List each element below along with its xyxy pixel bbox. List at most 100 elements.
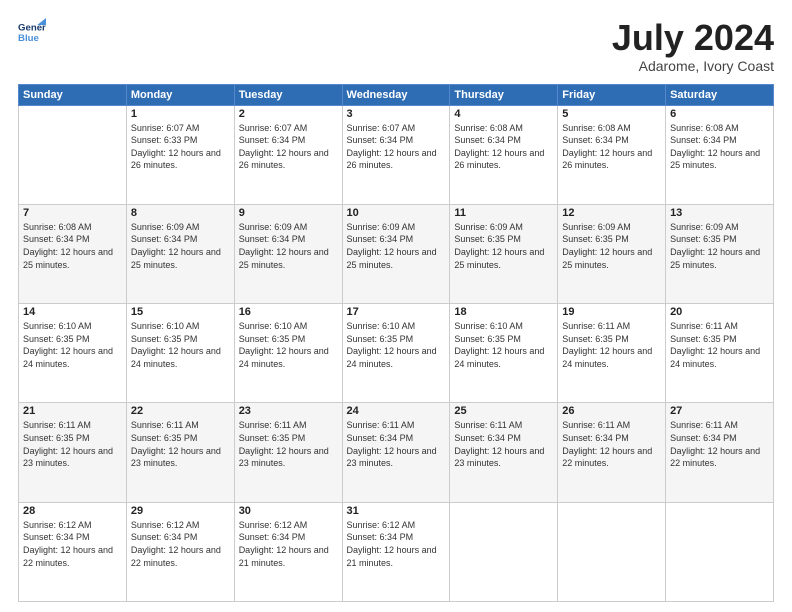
cell-info: Sunrise: 6:11 AMSunset: 6:34 PMDaylight:… [454, 419, 553, 469]
weekday-header-row: Sunday Monday Tuesday Wednesday Thursday… [19, 84, 774, 105]
cell-info: Sunrise: 6:10 AMSunset: 6:35 PMDaylight:… [131, 320, 230, 370]
day-number: 11 [454, 207, 553, 219]
cell-info: Sunrise: 6:08 AMSunset: 6:34 PMDaylight:… [670, 122, 769, 172]
header-thursday: Thursday [450, 84, 558, 105]
table-row: 29 Sunrise: 6:12 AMSunset: 6:34 PMDayligh… [126, 502, 234, 601]
cell-info: Sunrise: 6:11 AMSunset: 6:35 PMDaylight:… [23, 419, 122, 469]
day-number: 7 [23, 207, 122, 219]
cell-info: Sunrise: 6:09 AMSunset: 6:35 PMDaylight:… [562, 221, 661, 271]
day-number: 24 [347, 405, 446, 417]
table-row: 27 Sunrise: 6:11 AMSunset: 6:34 PMDayligh… [666, 403, 774, 502]
cell-info: Sunrise: 6:09 AMSunset: 6:34 PMDaylight:… [347, 221, 446, 271]
cell-info: Sunrise: 6:10 AMSunset: 6:35 PMDaylight:… [239, 320, 338, 370]
header-friday: Friday [558, 84, 666, 105]
table-row: 13 Sunrise: 6:09 AMSunset: 6:35 PMDayligh… [666, 204, 774, 303]
table-row: 17Sunrise: 6:10 AMSunset: 6:35 PMDayligh… [342, 304, 450, 403]
day-number: 15 [131, 306, 230, 318]
table-row: 19Sunrise: 6:11 AMSunset: 6:35 PMDayligh… [558, 304, 666, 403]
cell-info: Sunrise: 6:11 AMSunset: 6:35 PMDaylight:… [131, 419, 230, 469]
cell-info: Sunrise: 6:09 AMSunset: 6:35 PMDaylight:… [454, 221, 553, 271]
logo-icon: General Blue [18, 18, 46, 46]
table-row: 26 Sunrise: 6:11 AMSunset: 6:34 PMDayligh… [558, 403, 666, 502]
day-number: 20 [670, 306, 769, 318]
day-number: 5 [562, 108, 661, 120]
day-number: 10 [347, 207, 446, 219]
table-row [558, 502, 666, 601]
cell-info: Sunrise: 6:12 AMSunset: 6:34 PMDaylight:… [239, 519, 338, 569]
header-wednesday: Wednesday [342, 84, 450, 105]
cell-info: Sunrise: 6:08 AMSunset: 6:34 PMDaylight:… [454, 122, 553, 172]
table-row: 10 Sunrise: 6:09 AMSunset: 6:34 PMDayligh… [342, 204, 450, 303]
table-row: 25 Sunrise: 6:11 AMSunset: 6:34 PMDayligh… [450, 403, 558, 502]
cell-info: Sunrise: 6:07 AMSunset: 6:33 PMDaylight:… [131, 122, 230, 172]
cell-info: Sunrise: 6:11 AMSunset: 6:34 PMDaylight:… [347, 419, 446, 469]
day-number: 18 [454, 306, 553, 318]
main-title: July 2024 [612, 18, 774, 58]
day-number: 13 [670, 207, 769, 219]
day-number: 6 [670, 108, 769, 120]
cell-info: Sunrise: 6:11 AMSunset: 6:34 PMDaylight:… [562, 419, 661, 469]
day-number: 26 [562, 405, 661, 417]
calendar-week-row: 28 Sunrise: 6:12 AMSunset: 6:34 PMDayligh… [19, 502, 774, 601]
table-row: 28 Sunrise: 6:12 AMSunset: 6:34 PMDayligh… [19, 502, 127, 601]
day-number: 31 [347, 505, 446, 517]
cell-info: Sunrise: 6:09 AMSunset: 6:34 PMDaylight:… [239, 221, 338, 271]
cell-info: Sunrise: 6:09 AMSunset: 6:35 PMDaylight:… [670, 221, 769, 271]
day-number: 8 [131, 207, 230, 219]
table-row: 2 Sunrise: 6:07 AMSunset: 6:34 PMDaylight… [234, 105, 342, 204]
table-row: 12 Sunrise: 6:09 AMSunset: 6:35 PMDayligh… [558, 204, 666, 303]
table-row: 11 Sunrise: 6:09 AMSunset: 6:35 PMDayligh… [450, 204, 558, 303]
day-number: 19 [562, 306, 661, 318]
table-row: 3Sunrise: 6:07 AMSunset: 6:34 PMDaylight… [342, 105, 450, 204]
table-row [19, 105, 127, 204]
table-row: 15 Sunrise: 6:10 AMSunset: 6:35 PMDayligh… [126, 304, 234, 403]
svg-text:Blue: Blue [18, 33, 39, 44]
table-row: 21Sunrise: 6:11 AMSunset: 6:35 PMDayligh… [19, 403, 127, 502]
calendar-week-row: 21Sunrise: 6:11 AMSunset: 6:35 PMDayligh… [19, 403, 774, 502]
subtitle: Adarome, Ivory Coast [612, 58, 774, 74]
day-number: 25 [454, 405, 553, 417]
header-saturday: Saturday [666, 84, 774, 105]
cell-info: Sunrise: 6:12 AMSunset: 6:34 PMDaylight:… [23, 519, 122, 569]
table-row: 1 Sunrise: 6:07 AMSunset: 6:33 PMDaylight… [126, 105, 234, 204]
table-row: 18Sunrise: 6:10 AMSunset: 6:35 PMDayligh… [450, 304, 558, 403]
table-row: 30 Sunrise: 6:12 AMSunset: 6:34 PMDayligh… [234, 502, 342, 601]
day-number: 16 [239, 306, 338, 318]
table-row [450, 502, 558, 601]
day-number: 2 [239, 108, 338, 120]
table-row: 23 Sunrise: 6:11 AMSunset: 6:35 PMDayligh… [234, 403, 342, 502]
header-tuesday: Tuesday [234, 84, 342, 105]
header-monday: Monday [126, 84, 234, 105]
cell-info: Sunrise: 6:11 AMSunset: 6:35 PMDaylight:… [670, 320, 769, 370]
title-block: July 2024 Adarome, Ivory Coast [612, 18, 774, 74]
cell-info: Sunrise: 6:11 AMSunset: 6:34 PMDaylight:… [670, 419, 769, 469]
cell-info: Sunrise: 6:08 AMSunset: 6:34 PMDaylight:… [23, 221, 122, 271]
header: General Blue July 2024 Adarome, Ivory Co… [18, 18, 774, 74]
table-row: 6 Sunrise: 6:08 AMSunset: 6:34 PMDaylight… [666, 105, 774, 204]
table-row: 8Sunrise: 6:09 AMSunset: 6:34 PMDaylight… [126, 204, 234, 303]
table-row: 20 Sunrise: 6:11 AMSunset: 6:35 PMDayligh… [666, 304, 774, 403]
table-row: 22 Sunrise: 6:11 AMSunset: 6:35 PMDayligh… [126, 403, 234, 502]
cell-info: Sunrise: 6:12 AMSunset: 6:34 PMDaylight:… [347, 519, 446, 569]
day-number: 23 [239, 405, 338, 417]
day-number: 30 [239, 505, 338, 517]
logo: General Blue [18, 18, 46, 46]
day-number: 27 [670, 405, 769, 417]
day-number: 1 [131, 108, 230, 120]
day-number: 14 [23, 306, 122, 318]
page: General Blue July 2024 Adarome, Ivory Co… [0, 0, 792, 612]
calendar-table: Sunday Monday Tuesday Wednesday Thursday… [18, 84, 774, 602]
day-number: 4 [454, 108, 553, 120]
cell-info: Sunrise: 6:07 AMSunset: 6:34 PMDaylight:… [239, 122, 338, 172]
header-sunday: Sunday [19, 84, 127, 105]
table-row [666, 502, 774, 601]
day-number: 29 [131, 505, 230, 517]
cell-info: Sunrise: 6:10 AMSunset: 6:35 PMDaylight:… [23, 320, 122, 370]
cell-info: Sunrise: 6:12 AMSunset: 6:34 PMDaylight:… [131, 519, 230, 569]
day-number: 28 [23, 505, 122, 517]
table-row: 31 Sunrise: 6:12 AMSunset: 6:34 PMDayligh… [342, 502, 450, 601]
table-row: 4 Sunrise: 6:08 AMSunset: 6:34 PMDaylight… [450, 105, 558, 204]
day-number: 22 [131, 405, 230, 417]
day-number: 12 [562, 207, 661, 219]
cell-info: Sunrise: 6:11 AMSunset: 6:35 PMDaylight:… [239, 419, 338, 469]
